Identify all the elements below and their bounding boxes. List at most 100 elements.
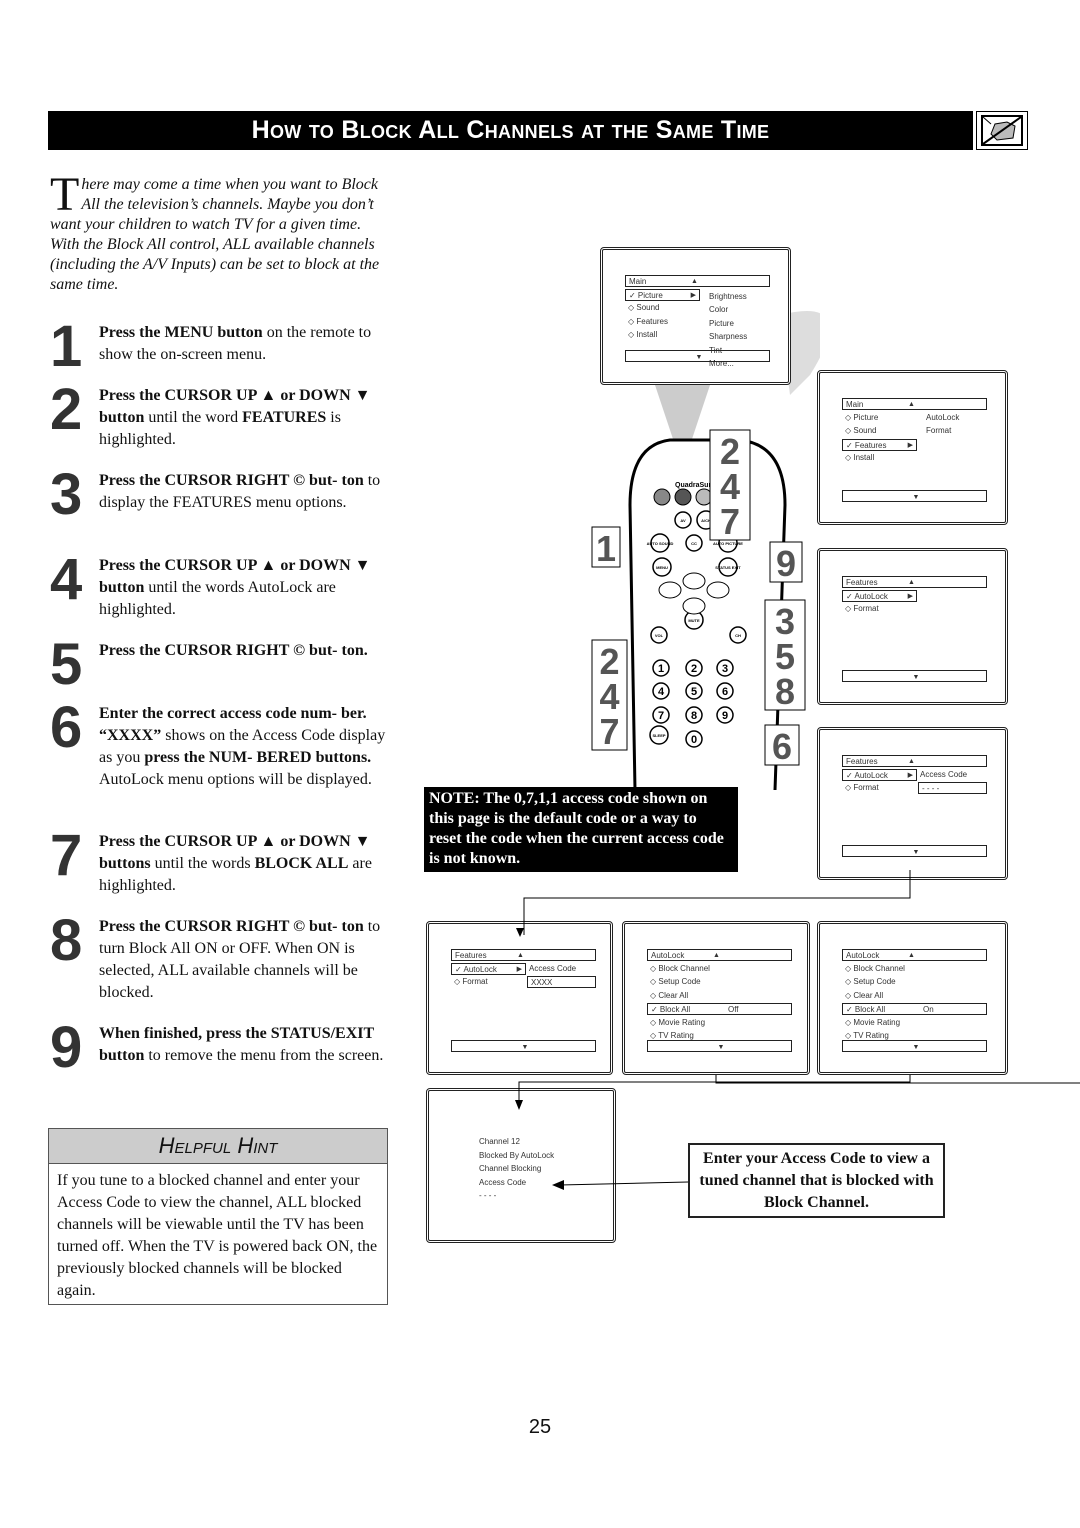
remote-button-label: 4 xyxy=(658,686,665,698)
up-arrow-icon: ▲ xyxy=(908,952,915,959)
step-callout-number: 8 xyxy=(775,671,795,712)
remote-button-label: STATUS EXIT xyxy=(715,565,741,570)
beam-graphic xyxy=(655,385,710,445)
menu-title: Main xyxy=(629,277,647,286)
down-arrow-icon: ▼ xyxy=(717,1044,725,1051)
menu-item: ◇ Setup Code xyxy=(650,977,701,986)
menu-item: ✓ AutoLock ▶ xyxy=(842,768,917,781)
menu-item: ◇ Format xyxy=(845,604,879,613)
menu-item: ◇ Install xyxy=(845,453,875,462)
blocked-screen-line: Blocked By AutoLock xyxy=(479,1150,555,1160)
step-text: Press the CURSOR RIGHT © but- ton. xyxy=(99,642,368,659)
submenu-item: Color xyxy=(709,305,729,314)
down-arrow-icon: ▼ xyxy=(912,674,920,681)
menu-item: ◇ Format xyxy=(845,783,879,792)
cursor-left-button[interactable] xyxy=(658,581,682,599)
menu-item: ◇ Format xyxy=(454,977,488,986)
hint-text: If you tune to a blocked channel and ent… xyxy=(57,1172,378,1299)
menu-title-bar: Main ▲ xyxy=(625,275,770,287)
menu-item: ◇ Install xyxy=(628,330,658,339)
default-code-note: NOTE: The 0,7,1,1 access code shown on t… xyxy=(424,787,738,872)
tv-menu-screen: Features ▲ ✓ AutoLock ▶ ◇ Format Access Code X… xyxy=(426,921,613,1075)
menu-item: ◇ Block Channel xyxy=(650,963,710,973)
tv-menu-screen: Features ▲ ✓ AutoLock ▶ ◇ Format Access Code -… xyxy=(817,727,1008,880)
menu-scroll-bar: ▼ xyxy=(842,490,987,502)
step-number: 7 xyxy=(50,823,83,888)
up-arrow-icon: ▲ xyxy=(908,579,915,586)
menu-scroll-bar: ▼ xyxy=(842,670,987,682)
menu-title: AutoLock xyxy=(846,951,880,960)
page-title: How to Block All Channels at the Same Ti… xyxy=(48,111,973,150)
menu-scroll-bar: ▼ xyxy=(451,1040,596,1052)
menu-title: Main xyxy=(846,400,864,409)
step-number: 6 xyxy=(50,695,83,760)
menu-title-bar: Features ▲ xyxy=(451,949,596,961)
remote-button-label: CC xyxy=(691,541,697,546)
cursor-down-button[interactable] xyxy=(682,597,706,615)
submenu-item: Brightness xyxy=(709,291,747,301)
down-arrow-icon: ▼ xyxy=(912,1044,920,1051)
tv-menu-screen: Main ▲ ✓ Picture ▶ ◇ Sound ◇ Features ◇ Instal… xyxy=(600,247,791,385)
tv-menu-screen: AutoLock ▲ ◇ Block Channel ◇ Setup Code ◇ Cl… xyxy=(817,921,1008,1075)
remote-button-label: AV xyxy=(680,518,686,523)
menu-item-value: Off xyxy=(728,1005,739,1014)
menu-item: ✓ Block All On xyxy=(842,1003,987,1015)
menu-title-bar: Features ▲ xyxy=(842,755,987,767)
menu-title-bar: Main ▲ xyxy=(842,398,987,410)
up-arrow-icon: ▲ xyxy=(517,952,524,959)
cursor-right-button[interactable] xyxy=(706,581,730,599)
remote-button-label: 5 xyxy=(691,686,697,698)
right-arrow-icon: ▶ xyxy=(516,965,522,973)
step-number: 4 xyxy=(50,547,83,612)
menu-title: AutoLock xyxy=(651,951,685,960)
cursor-up-button[interactable] xyxy=(682,572,706,590)
menu-item: ✓ Picture ▶ xyxy=(625,288,700,301)
down-arrow-icon: ▼ xyxy=(912,494,920,501)
menu-item: ◇ Clear All xyxy=(650,990,689,1000)
submenu-item: Access Code xyxy=(529,963,577,973)
menu-item: ✓ AutoLock ▶ xyxy=(451,962,526,975)
submenu-item: Sharpness xyxy=(709,332,748,341)
blocked-screen-line: Channel Blocking xyxy=(479,1164,542,1173)
down-arrow-icon: ▼ xyxy=(912,849,920,856)
step-text: Press the CURSOR RIGHT © but- ton to dis… xyxy=(99,472,381,511)
up-arrow-icon: ▲ xyxy=(908,401,915,408)
up-arrow-icon: ▲ xyxy=(908,758,915,765)
submenu-item: Picture xyxy=(709,318,734,328)
tv-menu-screen: Features ▲ ✓ AutoLock ▶ ◇ Format ▼ xyxy=(817,548,1008,705)
menu-item: ✓ Features ▶ xyxy=(842,438,917,451)
step-callout-number: 6 xyxy=(772,726,792,767)
remote-button-label: CH xyxy=(735,633,741,638)
menu-item: ◇ Clear All xyxy=(845,990,884,1000)
step-callout-number: 7 xyxy=(599,711,619,752)
remote-button-label: MENU xyxy=(656,565,668,570)
menu-title: Features xyxy=(846,757,878,766)
hint-title: Helpful Hint xyxy=(49,1129,387,1164)
drop-cap: T xyxy=(50,168,80,221)
submenu-item: Access Code xyxy=(920,769,968,779)
menu-scroll-bar: ▼ xyxy=(842,845,987,857)
down-arrow-icon: ▼ xyxy=(695,354,703,361)
step-number: 1 xyxy=(50,314,83,379)
step-number: 9 xyxy=(50,1015,83,1080)
remote-button-label: 8 xyxy=(691,710,697,722)
menu-item: ◇ Setup Code xyxy=(845,977,896,986)
menu-item-value: On xyxy=(923,1005,934,1014)
remote-button-label: 1 xyxy=(658,663,664,675)
menu-title: Features xyxy=(846,578,878,587)
menu-item: ◇ Sound xyxy=(845,426,877,435)
menu-scroll-bar: ▼ xyxy=(647,1040,792,1052)
menu-title: Features xyxy=(455,951,487,960)
menu-item: ◇ Picture xyxy=(845,412,879,422)
no-hand-icon xyxy=(976,111,1028,150)
step-text: Press the CURSOR RIGHT © but- ton to tur… xyxy=(99,918,381,1001)
remote-button-label: 7 xyxy=(658,710,664,722)
step-number: 2 xyxy=(50,377,83,442)
blocked-screen-line: Access Code xyxy=(479,1177,527,1187)
manual-page: How to Block All Channels at the Same Ti… xyxy=(0,0,1080,1528)
menu-item: ◇ Sound xyxy=(628,303,660,312)
menu-item: ◇ Block Channel xyxy=(845,963,905,973)
step-text: When finished, press the STATUS/EXIT but… xyxy=(99,1025,384,1064)
remote-button-label: 0 xyxy=(691,734,697,746)
step-callout-number: 9 xyxy=(776,543,796,584)
